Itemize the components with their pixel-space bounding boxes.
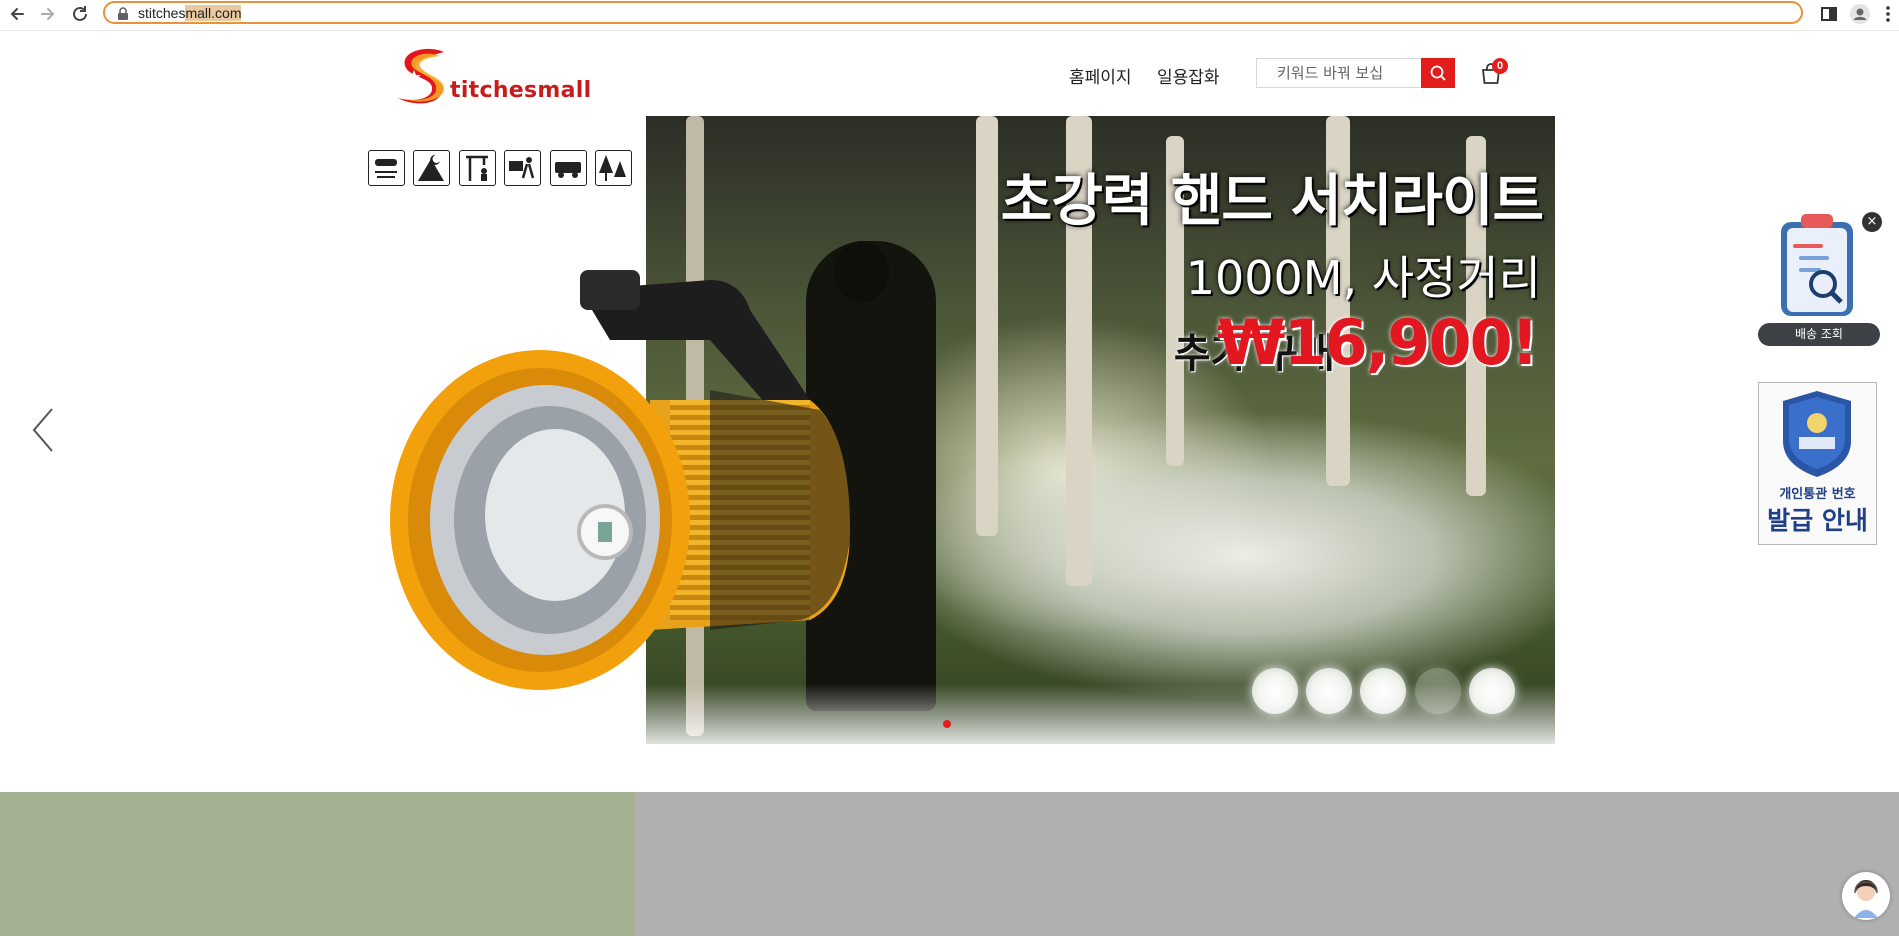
banner-subtitle: 1000M, 사정거리	[1185, 251, 1541, 305]
search-input[interactable]	[1257, 59, 1417, 87]
search-box	[1256, 58, 1421, 88]
sidebar-toggle-icon[interactable]	[1818, 3, 1840, 25]
support-agent-avatar-icon	[1843, 873, 1889, 919]
url-selection: mall.com	[185, 5, 242, 21]
delivery-tracking-label[interactable]: 배송 조회	[1758, 323, 1880, 346]
close-widget-button[interactable]: ×	[1862, 212, 1882, 232]
banner-title: 초강력 핸드 서치라이트	[1000, 169, 1544, 234]
flashlight-product-image	[390, 270, 851, 690]
nav-daily-goods[interactable]: 일용잡화	[1157, 63, 1220, 88]
light-mode-dot	[1252, 668, 1298, 714]
road-work-icon	[504, 150, 541, 186]
site-logo[interactable]: titchesmall	[392, 44, 592, 106]
prev-slide-button[interactable]	[28, 405, 58, 455]
camping-night-icon	[413, 150, 450, 186]
banner-price: ₩16,900!	[1217, 306, 1539, 379]
address-bar[interactable]: stitchesmall.com	[103, 1, 1803, 24]
customs-guide-line2: 발급 안내	[1767, 506, 1868, 535]
tree-trunk	[976, 116, 998, 536]
chevron-left-icon	[32, 408, 53, 452]
browser-toolbar: stitchesmall.com	[0, 0, 1899, 31]
outdoor-trees-icon	[595, 150, 632, 186]
customs-id-guide-card[interactable]: 개인통관 번호 발급 안내	[1758, 382, 1877, 545]
nav-home[interactable]: 홈페이지	[1069, 63, 1132, 88]
car-repair-icon	[368, 150, 405, 186]
light-mode-dot	[1415, 668, 1461, 714]
forward-arrow-icon[interactable]	[37, 3, 59, 25]
customs-guide-line1: 개인통관 번호	[1779, 487, 1856, 502]
chat-support-button[interactable]	[1842, 872, 1890, 920]
lock-icon	[118, 7, 128, 20]
bottom-banner-left[interactable]	[0, 792, 635, 936]
browser-menu-icon[interactable]	[1881, 3, 1895, 25]
reload-icon[interactable]	[69, 3, 91, 25]
korea-customs-badge-icon	[1783, 391, 1851, 477]
logo-s-mark-icon	[398, 48, 445, 104]
bottom-banner-right[interactable]	[635, 792, 1899, 936]
back-arrow-icon[interactable]	[6, 3, 28, 25]
url-prefix: stitches	[138, 5, 186, 21]
logo-text: titchesmall	[450, 78, 592, 103]
light-mode-dot	[1469, 668, 1515, 714]
light-mode-dot	[1306, 668, 1352, 714]
search-icon	[1430, 65, 1446, 81]
search-button[interactable]	[1421, 58, 1455, 88]
cart-count-badge: 0	[1492, 58, 1508, 74]
construction-icon	[459, 150, 496, 186]
url-text: stitchesmall.com	[138, 5, 242, 21]
profile-icon[interactable]	[1849, 3, 1871, 25]
slide-indicator-dot[interactable]	[943, 720, 951, 728]
light-mode-dot	[1360, 668, 1406, 714]
vehicle-icon	[550, 150, 587, 186]
clipboard-search-icon	[1781, 214, 1853, 316]
